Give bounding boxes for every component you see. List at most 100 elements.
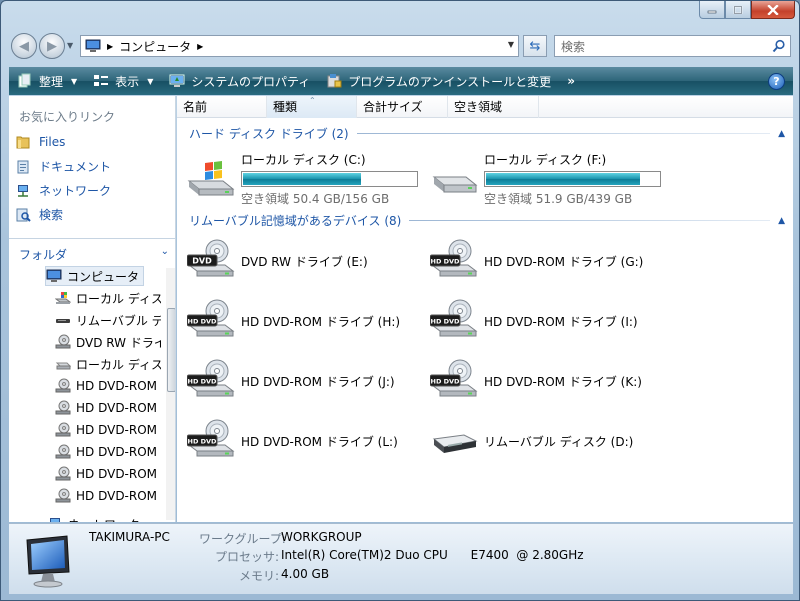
removable-drive-item[interactable]: HD DVD HD DVD-ROM ドライブ (K:) [429, 359, 642, 399]
dvd-drive-icon [55, 334, 71, 350]
back-button[interactable]: ◀ [11, 33, 37, 59]
computer-icon [26, 535, 70, 588]
drive-name: HD DVD-ROM ドライブ (I:) [484, 315, 638, 329]
views-button[interactable]: 表示 ▼ [85, 67, 161, 95]
column-header-total-size[interactable]: 合計サイズ [357, 96, 448, 118]
maximize-button[interactable] [725, 1, 751, 19]
tree-item[interactable]: ローカル ディスク [55, 354, 161, 374]
more-commands-button[interactable]: » [559, 67, 583, 95]
favorite-label: 検索 [39, 208, 64, 222]
minimize-button[interactable] [699, 1, 725, 19]
help-button[interactable]: ? [768, 73, 785, 90]
history-dropdown-icon[interactable]: ▼ [67, 41, 73, 50]
tree-item[interactable]: ローカル ディスク [54, 288, 161, 308]
dvd-drive-icon [55, 422, 71, 438]
navigation-pane: お気に入りリンク Files ドキュメント ネットワーク 検索 フォルダ ⌄ コ… [9, 96, 176, 522]
tree-item-label: ネットワーク [68, 516, 140, 523]
computer-icon [85, 39, 101, 52]
favorite-label: Files [39, 135, 66, 149]
refresh-button[interactable]: ⇆ [523, 35, 547, 57]
tree-item[interactable]: ネットワーク [47, 514, 140, 522]
dvd-drive-icon: DVD [186, 239, 235, 279]
pane-divider[interactable] [9, 238, 175, 239]
organize-label: 整理 [39, 74, 64, 89]
column-header-name[interactable]: 名前 [177, 96, 267, 118]
group-header-removable[interactable]: リムーバブル記憶域があるデバイス (8) ▲ [189, 212, 785, 229]
svg-text:HD DVD: HD DVD [431, 258, 461, 266]
search-box[interactable]: 検索 [554, 35, 791, 57]
chevron-down-icon: ▼ [147, 76, 154, 86]
folder-tree-scrollbar[interactable] [166, 268, 175, 520]
tree-item-label: HD DVD-ROM [76, 379, 158, 393]
removable-drive-item[interactable]: HD DVD HD DVD-ROM ドライブ (L:) [186, 419, 398, 459]
tree-item[interactable]: HD DVD-ROM [55, 376, 157, 396]
dvd-drive-icon: HD DVD [429, 299, 478, 339]
system-properties-button[interactable]: システムのプロパティ [161, 67, 318, 95]
explorer-window: ◀ ▶ ▼ ▶ コンピュータ ▶ ▼ ⇆ 検索 整理 ▼ 表示 ▼ システムのプ… [0, 0, 800, 601]
drive-name: HD DVD-ROM ドライブ (H:) [241, 315, 401, 329]
collapse-icon[interactable]: ▲ [778, 216, 785, 226]
removable-drive-item[interactable]: HD DVD HD DVD-ROM ドライブ (H:) [186, 299, 401, 339]
favorite-link-search[interactable]: 検索 [15, 206, 63, 223]
hard-drive-item[interactable]: ローカル ディスク (F:) 空き領域 51.9 GB/439 GB [430, 149, 661, 207]
uninstall-button[interactable]: プログラムのアンインストールと変更 [318, 67, 559, 95]
tree-item[interactable]: リムーバブル ディスク [55, 310, 161, 330]
address-dropdown-icon[interactable]: ▼ [508, 40, 514, 49]
column-header-free-space[interactable]: 空き領域 [448, 96, 539, 118]
tree-item[interactable]: DVD RW ドライブ [55, 332, 161, 352]
dvd-drive-icon [55, 466, 71, 482]
breadcrumb-arrow-icon[interactable]: ▶ [197, 42, 203, 51]
tree-item[interactable]: HD DVD-ROM [55, 486, 157, 506]
forward-button[interactable]: ▶ [39, 33, 65, 59]
minimize-icon [707, 10, 717, 13]
address-bar[interactable]: ▶ コンピュータ ▶ ▼ [80, 35, 519, 57]
removable-drive-item[interactable]: HD DVD HD DVD-ROM ドライブ (J:) [186, 359, 395, 399]
documents-icon [17, 160, 29, 173]
refresh-icon: ⇆ [529, 38, 541, 54]
drive-free-space: 空き領域 50.4 GB/156 GB [241, 192, 390, 206]
removable-drive-item[interactable]: HD DVD HD DVD-ROM ドライブ (I:) [429, 299, 638, 339]
breadcrumb-arrow-icon[interactable]: ▶ [107, 42, 113, 51]
svg-text:HD DVD: HD DVD [431, 378, 461, 386]
tree-item[interactable]: HD DVD-ROM [55, 464, 157, 484]
scrollbar-thumb[interactable] [167, 308, 175, 392]
drive-usage-bar [241, 171, 418, 187]
close-button[interactable] [751, 1, 795, 19]
tree-item-label: HD DVD-ROM [76, 445, 158, 459]
group-header-hard-disk[interactable]: ハード ディスク ドライブ (2) ▲ [189, 125, 785, 142]
removable-drive-icon [55, 312, 71, 328]
processor-value: Intel(R) Core(TM)2 Duo CPU E7400 @ 2.80G… [281, 548, 584, 562]
tree-item-label: DVD RW ドライブ [76, 335, 161, 350]
svg-text:HD DVD: HD DVD [188, 438, 218, 446]
removable-drive-item[interactable]: リムーバブル ディスク (D:) [430, 419, 633, 459]
folder-icon [16, 136, 30, 149]
favorite-link-files[interactable]: Files [15, 134, 65, 150]
svg-text:HD DVD: HD DVD [188, 318, 218, 326]
hard-drive-item[interactable]: ローカル ディスク (C:) 空き領域 50.4 GB/156 GB [187, 149, 418, 207]
command-bar: 整理 ▼ 表示 ▼ システムのプロパティ プログラムのアンインストールと変更 »… [9, 67, 793, 95]
organize-button[interactable]: 整理 ▼ [9, 67, 85, 95]
search-icon[interactable] [772, 39, 786, 53]
address-segment[interactable]: コンピュータ [119, 38, 191, 55]
tree-item-computer[interactable]: コンピュータ [45, 266, 145, 286]
collapse-icon[interactable]: ▲ [778, 129, 785, 139]
folders-header[interactable]: フォルダ ⌄ [19, 246, 171, 263]
title-bar[interactable] [1, 1, 799, 29]
tree-item[interactable]: HD DVD-ROM [55, 398, 157, 418]
chevron-down-icon: ▼ [71, 76, 78, 86]
organize-icon [18, 73, 31, 88]
favorite-link-documents[interactable]: ドキュメント [15, 158, 111, 175]
removable-drive-item[interactable]: HD DVD HD DVD-ROM ドライブ (G:) [429, 239, 643, 279]
more-commands-icon: » [567, 74, 575, 88]
removable-drive-item[interactable]: DVD DVD RW ドライブ (E:) [186, 239, 368, 279]
network-icon [47, 516, 63, 522]
tree-item-label: ローカル ディスク [76, 357, 161, 372]
group-title: リムーバブル記憶域があるデバイス (8) [189, 214, 402, 228]
favorite-link-network[interactable]: ネットワーク [15, 182, 111, 199]
tree-item-label: HD DVD-ROM [76, 467, 158, 481]
tree-item[interactable]: HD DVD-ROM [55, 420, 157, 440]
dvd-drive-icon: HD DVD [186, 299, 235, 339]
tree-item[interactable]: HD DVD-ROM [55, 442, 157, 462]
hard-drive-icon [430, 159, 478, 199]
network-icon [18, 184, 28, 197]
